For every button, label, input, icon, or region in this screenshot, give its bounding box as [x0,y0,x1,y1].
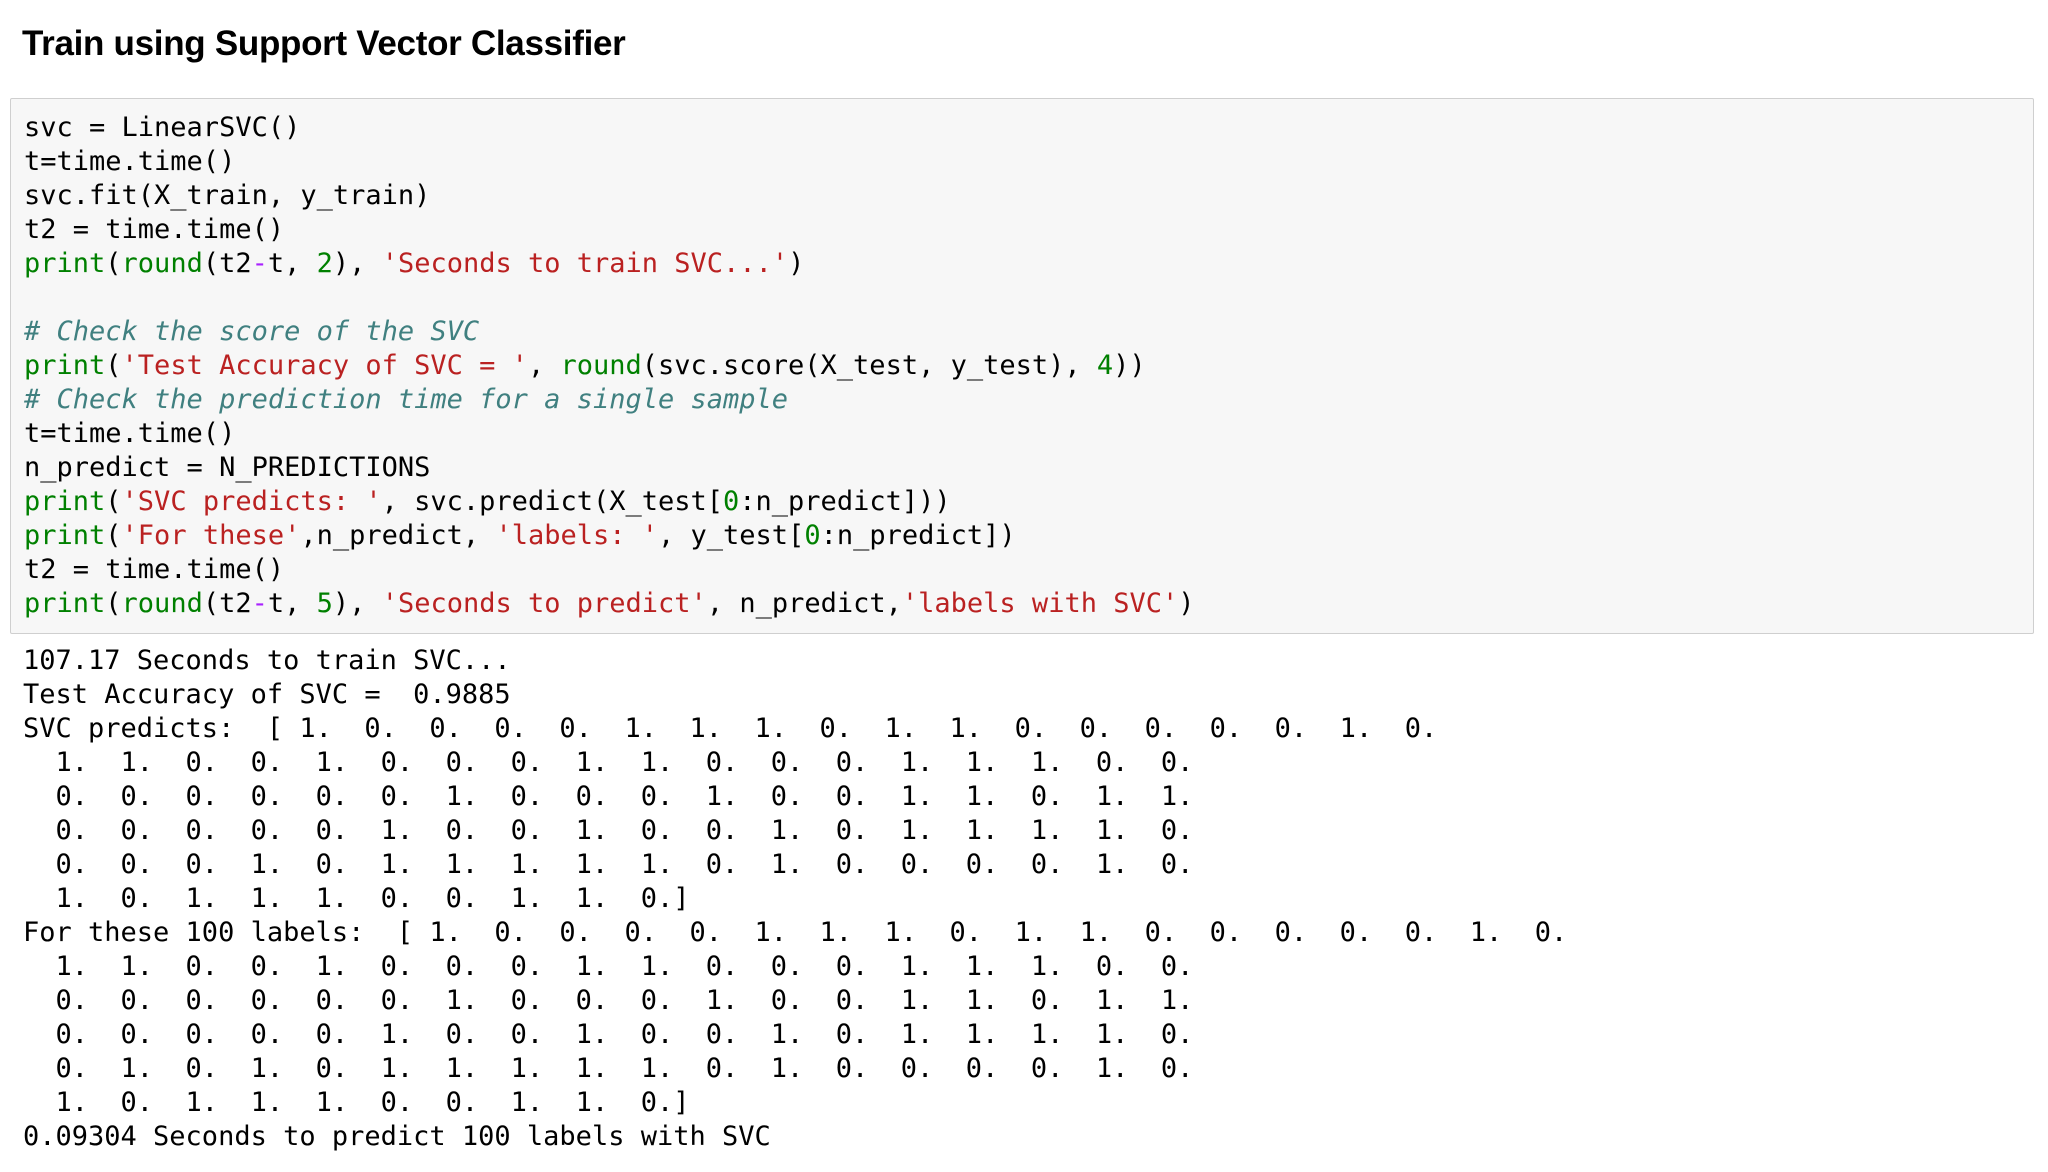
code-token: ), [332,248,382,279]
code-token: 0 [804,520,821,551]
code-token: t2 = time.time() [24,214,285,245]
output-line: 1. 1. 0. 0. 1. 0. 0. 0. 1. 1. 0. 0. 0. 1… [23,951,1194,982]
code-token: (t2 [202,588,252,619]
code-line: # Check the prediction time for a single… [24,383,2033,417]
output-line: 0. 0. 0. 0. 0. 1. 0. 0. 1. 0. 0. 1. 0. 1… [23,1019,1194,1050]
code-token: 'labels with SVC' [901,588,1179,619]
code-token: t, [267,248,317,279]
code-token: , y_test[ [658,520,805,551]
output-line: 0. 1. 0. 1. 0. 1. 1. 1. 1. 1. 0. 1. 0. 0… [23,1053,1194,1084]
output-line: 0.09304 Seconds to predict 100 labels wi… [23,1121,771,1152]
code-token: ( [105,248,122,279]
code-token: :n_predict])) [739,486,951,517]
code-token: print [24,248,106,279]
code-line: print('For these',n_predict, 'labels: ',… [24,519,2033,553]
code-token: ), [332,588,382,619]
output-line: 1. 1. 0. 0. 1. 0. 0. 0. 1. 1. 0. 0. 0. 1… [23,747,1194,778]
code-token: 'SVC predicts: ' [121,486,382,517]
code-token: t=time.time() [24,418,236,449]
code-token: 'For these' [121,520,301,551]
code-line: t=time.time() [24,417,2033,451]
code-token: 'labels: ' [495,520,658,551]
code-token: print [24,588,106,619]
code-line: print('Test Accuracy of SVC = ', round(s… [24,349,2033,383]
code-token: round [121,588,203,619]
code-token: n_predict = N_PREDICTIONS [24,452,431,483]
code-cell-output: 107.17 Seconds to train SVC... Test Accur… [23,644,1567,1154]
output-line: 107.17 Seconds to train SVC... [23,645,511,676]
code-token: svc.fit(X_train, y_train) [24,180,431,211]
code-token: round [121,248,203,279]
code-token: # Check the score of the SVC [24,316,480,347]
code-line: t=time.time() [24,145,2033,179]
code-token: ( [105,520,122,551]
code-line: svc = LinearSVC() [24,111,2033,145]
code-token: ( [105,486,122,517]
code-token: , n_predict, [706,588,902,619]
code-token: 'Test Accuracy of SVC = ' [121,350,528,381]
output-line: 1. 0. 1. 1. 1. 0. 0. 1. 1. 0.] [23,883,690,914]
code-token: 2 [316,248,333,279]
code-token: t2 = time.time() [24,554,285,585]
code-token: - [251,588,268,619]
code-token: ,n_predict, [300,520,496,551]
code-token: 'Seconds to predict' [381,588,707,619]
code-line: n_predict = N_PREDICTIONS [24,451,2033,485]
code-line: print(round(t2-t, 2), 'Seconds to train … [24,247,2033,281]
code-token: (t2 [202,248,252,279]
output-line: SVC predicts: [ 1. 0. 0. 0. 0. 1. 1. 1. … [23,713,1438,744]
output-line: 0. 0. 0. 1. 0. 1. 1. 1. 1. 1. 0. 1. 0. 0… [23,849,1194,880]
code-token: # Check the prediction time for a single… [24,384,789,415]
code-line: t2 = time.time() [24,213,2033,247]
code-token: , svc.predict(X_test[ [381,486,724,517]
code-token: ( [105,350,122,381]
code-line: svc.fit(X_train, y_train) [24,179,2033,213]
output-line: 1. 0. 1. 1. 1. 0. 0. 1. 1. 0.] [23,1087,690,1118]
code-token: 0 [723,486,740,517]
output-line: For these 100 labels: [ 1. 0. 0. 0. 0. 1… [23,917,1568,948]
code-line: print(round(t2-t, 5), 'Seconds to predic… [24,587,2033,621]
code-token: 'Seconds to train SVC...' [381,248,789,279]
output-line: Test Accuracy of SVC = 0.9885 [23,679,511,710]
code-token: )) [1113,350,1146,381]
code-token: :n_predict]) [820,520,1016,551]
code-line: t2 = time.time() [24,553,2033,587]
code-line: # Check the score of the SVC [24,315,2033,349]
code-token: ) [788,248,805,279]
output-line: 0. 0. 0. 0. 0. 0. 1. 0. 0. 0. 1. 0. 0. 1… [23,985,1194,1016]
code-token: t=time.time() [24,146,236,177]
code-cell-input[interactable]: svc = LinearSVC() t=time.time() svc.fit(X_… [10,98,2034,634]
code-token: ( [105,588,122,619]
code-token: print [24,520,106,551]
output-line: 0. 0. 0. 0. 0. 0. 1. 0. 0. 0. 1. 0. 0. 1… [23,781,1194,812]
code-token: , [527,350,561,381]
code-line: print('SVC predicts: ', svc.predict(X_te… [24,485,2033,519]
code-token: - [251,248,268,279]
code-token: t, [267,588,317,619]
output-line: 0. 0. 0. 0. 0. 1. 0. 0. 1. 0. 0. 1. 0. 1… [23,815,1194,846]
code-token: ) [1178,588,1195,619]
code-token: (svc.score(X_test, y_test), [641,350,1097,381]
code-token: 4 [1096,350,1114,381]
code-token: print [24,486,106,517]
code-token: svc = LinearSVC() [24,112,301,143]
code-token: print [24,350,106,381]
code-token: round [560,350,642,381]
section-heading: Train using Support Vector Classifier [22,24,626,63]
code-token: 5 [316,588,333,619]
